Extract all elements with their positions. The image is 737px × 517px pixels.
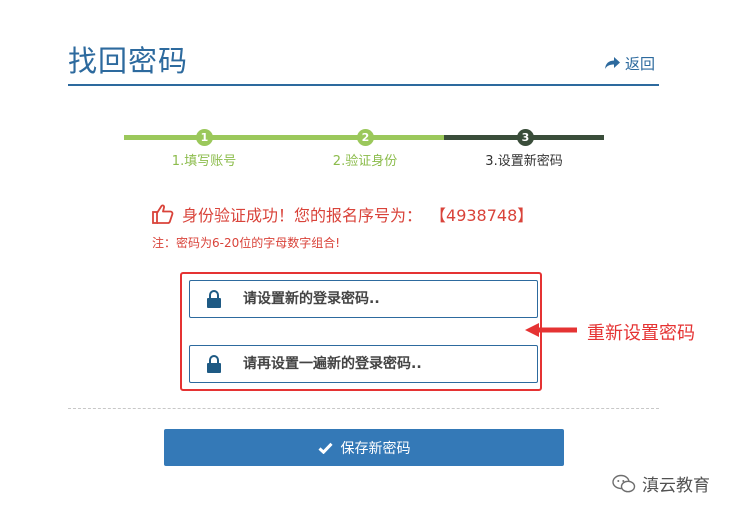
lock-icon xyxy=(207,290,221,308)
password-rule-note: 注：密码为6-20位的字母数字组合! xyxy=(152,236,341,250)
annotation-label: 重新设置密码 xyxy=(587,323,695,344)
confirm-password-field[interactable] xyxy=(189,345,538,383)
step-1-circle: 1 xyxy=(196,129,213,146)
back-link[interactable]: 返回 xyxy=(604,53,655,74)
confirm-password-input[interactable] xyxy=(241,355,537,373)
serial-number: 【4938748】 xyxy=(430,206,534,225)
watermark-text: 滇云教育 xyxy=(642,476,710,496)
step-3-label: 3.设置新密码 xyxy=(485,154,563,169)
new-password-field[interactable] xyxy=(189,280,538,318)
watermark: 滇云教育 xyxy=(612,471,710,496)
new-password-input[interactable] xyxy=(241,290,537,308)
step-3-circle: 3 xyxy=(517,129,534,146)
page-title: 找回密码 xyxy=(68,44,189,78)
wechat-icon xyxy=(612,474,636,492)
step-2-label: 2.验证身份 xyxy=(332,154,398,169)
success-message: 身份验证成功！您的报名序号为： 【4938748】 xyxy=(152,202,533,226)
save-button-label: 保存新密码 xyxy=(340,439,411,456)
step-2-circle: 2 xyxy=(357,129,374,146)
save-password-button[interactable]: 保存新密码 xyxy=(164,429,564,466)
header-divider xyxy=(68,84,659,86)
share-arrow-icon xyxy=(605,57,620,69)
checkmark-icon xyxy=(317,442,333,454)
section-divider xyxy=(68,408,659,409)
arrow-left-icon xyxy=(525,323,577,337)
lock-icon xyxy=(207,355,221,373)
success-text: 身份验证成功！您的报名序号为： xyxy=(182,206,423,225)
thumbs-up-icon xyxy=(152,204,174,224)
back-link-label: 返回 xyxy=(625,55,656,73)
step-1-label: 1.填写账号 xyxy=(171,154,237,169)
